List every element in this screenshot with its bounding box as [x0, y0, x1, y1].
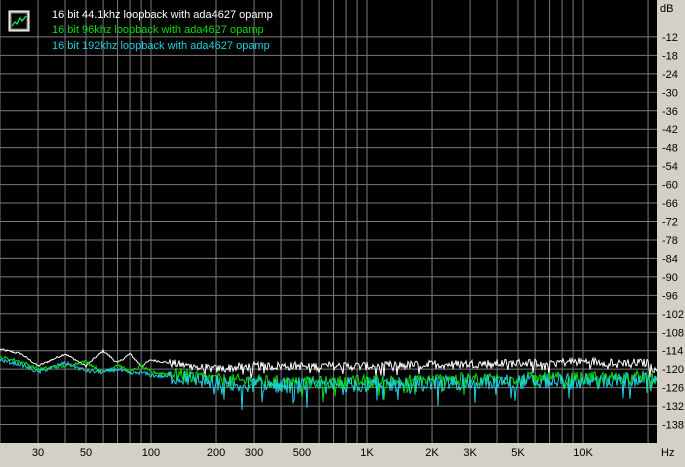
y-tick-label: -36 — [662, 106, 678, 118]
y-tick-label: -90 — [662, 272, 678, 284]
y-tick-label: -60 — [662, 180, 678, 192]
y-tick-label: -132 — [662, 401, 684, 413]
y-tick-label: -78 — [662, 235, 678, 247]
legend-entry-series-2: 16 bit 96khz loopback with ada4627 opamp — [52, 24, 264, 36]
y-tick-label: -24 — [662, 69, 678, 81]
y-tick-label: -96 — [662, 290, 678, 302]
x-tick-label: 500 — [293, 447, 311, 459]
x-unit-label: Hz — [661, 447, 674, 459]
x-tick-label: 300 — [245, 447, 263, 459]
y-tick-label: -108 — [662, 327, 684, 339]
y-tick-label: -84 — [662, 253, 678, 265]
x-tick-label: 50 — [80, 447, 92, 459]
legend-entry-series-3: 16 bit 192khz loopback with ada4627 opam… — [52, 40, 270, 52]
x-tick-label: 5K — [511, 447, 525, 459]
spectrum-chart: 16 bit 44.1khz loopback with ada4627 opa… — [0, 0, 685, 462]
y-tick-label: -138 — [662, 420, 684, 432]
spectrum-chart-window: 16 bit 44.1khz loopback with ada4627 opa… — [0, 0, 685, 462]
legend-toggle-button[interactable] — [8, 10, 30, 32]
x-tick-label: 100 — [142, 447, 160, 459]
y-tick-label: -66 — [662, 198, 678, 210]
y-tick-label: -42 — [662, 124, 678, 136]
y-tick-label: -102 — [662, 309, 684, 321]
x-tick-label: 2K — [425, 447, 439, 459]
y-tick-label: -12 — [662, 32, 678, 44]
legend-entry-series-1: 16 bit 44.1khz loopback with ada4627 opa… — [52, 9, 273, 21]
y-unit-label: dB — [660, 3, 673, 15]
y-tick-label: -114 — [662, 346, 683, 358]
y-tick-label: -54 — [662, 161, 678, 173]
x-tick-label: 200 — [207, 447, 225, 459]
x-tick-label: 3K — [463, 447, 477, 459]
y-tick-label: -120 — [662, 364, 684, 376]
x-tick-label: 1K — [360, 447, 374, 459]
y-tick-label: -30 — [662, 87, 678, 99]
y-tick-label: -18 — [662, 50, 678, 62]
x-tick-label: 10K — [573, 447, 593, 459]
y-tick-label: -126 — [662, 383, 684, 395]
x-tick-label: 30 — [32, 447, 44, 459]
y-tick-label: -48 — [662, 143, 678, 155]
y-tick-label: -72 — [662, 217, 678, 229]
